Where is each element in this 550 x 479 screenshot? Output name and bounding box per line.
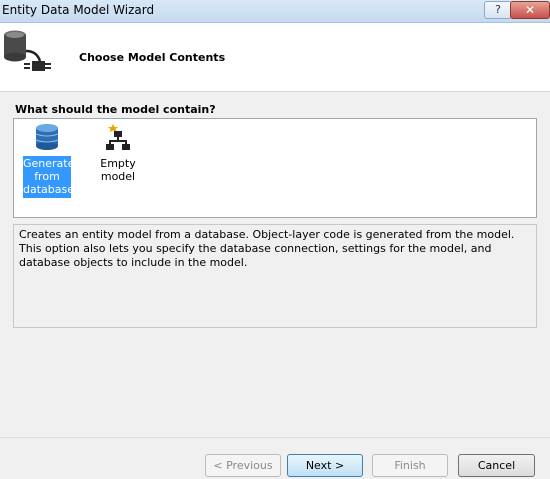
choice-generate-from-database[interactable]: Generate from database xyxy=(23,123,75,198)
choice-label: Generate from database xyxy=(23,156,75,198)
choice-description: Creates an entity model from a database.… xyxy=(13,224,537,328)
page-title: Choose Model Contents xyxy=(79,51,226,64)
database-icon xyxy=(23,123,71,154)
database-plug-icon xyxy=(2,27,58,84)
wizard-header: Choose Model Contents xyxy=(0,23,550,92)
cancel-button[interactable]: Cancel xyxy=(458,454,535,477)
title-bar: Entity Data Model Wizard ? ✕ xyxy=(0,0,550,23)
choice-empty-model[interactable]: Empty model xyxy=(82,123,154,184)
footer-divider xyxy=(0,437,550,438)
previous-button[interactable]: < Previous xyxy=(205,454,281,477)
finish-button[interactable]: Finish xyxy=(372,454,448,477)
choice-label: Empty model xyxy=(100,157,136,183)
model-contents-label: What should the model contain? xyxy=(15,103,216,116)
model-choice-list[interactable]: Generate from database Empty model xyxy=(13,118,537,218)
help-button[interactable]: ? xyxy=(484,1,512,19)
close-button[interactable]: ✕ xyxy=(510,1,550,19)
hierarchy-icon xyxy=(82,123,154,154)
next-button[interactable]: Next > xyxy=(287,454,363,477)
window-title: Entity Data Model Wizard xyxy=(2,3,155,17)
